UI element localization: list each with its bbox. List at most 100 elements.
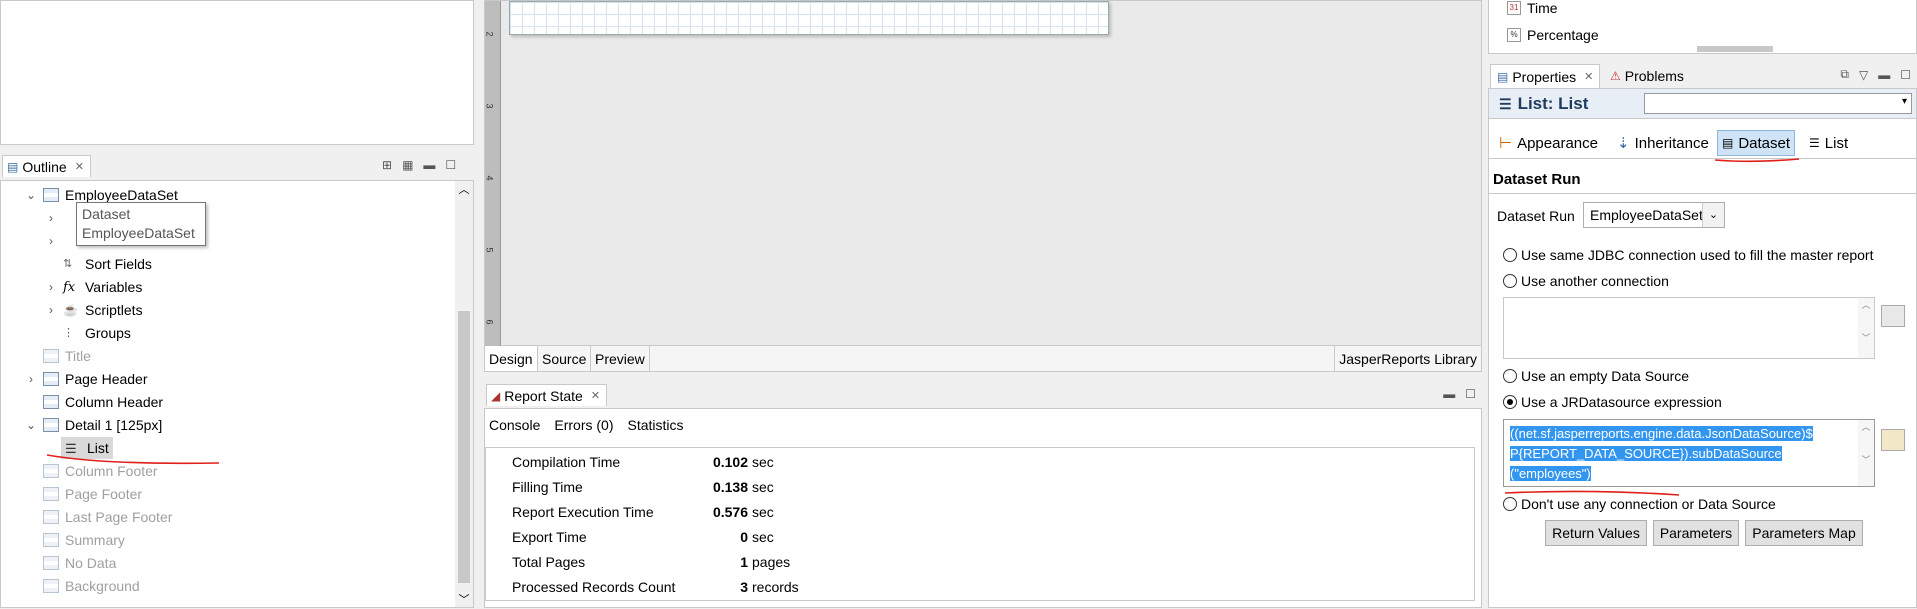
subtab-statistics[interactable]: Statistics <box>628 417 684 433</box>
expression-editor-button[interactable] <box>1881 305 1905 327</box>
tab-list[interactable]: ☰ List <box>1805 130 1852 156</box>
tree-item-page-header[interactable]: › Page Header <box>25 368 148 390</box>
element-combo[interactable]: ▾ <box>1644 93 1912 114</box>
scroll-down-icon[interactable]: ﹀ <box>455 591 473 607</box>
subtab-errors[interactable]: Errors (0) <box>554 417 613 433</box>
close-icon[interactable]: ✕ <box>75 160 84 173</box>
tree-view-icon[interactable]: ⊞ <box>382 158 392 172</box>
tree-item-label: Last Page Footer <box>65 509 173 525</box>
tree-item-summary[interactable]: Summary <box>43 529 125 551</box>
scroll-thumb[interactable] <box>458 311 470 583</box>
chevron-right-icon[interactable]: › <box>45 211 57 225</box>
textarea-scrollbar[interactable]: ︿ ﹀ <box>1858 298 1874 358</box>
report-state-subtabs: Console Errors (0) Statistics <box>489 417 684 433</box>
chevron-down-icon[interactable]: ⌄ <box>25 418 37 432</box>
tab-preview[interactable]: Preview <box>591 346 650 371</box>
tab-design[interactable]: Design <box>485 346 538 371</box>
close-icon[interactable]: ✕ <box>1584 70 1593 83</box>
textarea-scrollbar[interactable]: ︿ ﹀ <box>1858 420 1874 486</box>
parameters-button[interactable]: Parameters <box>1653 520 1739 546</box>
radio-button[interactable] <box>1503 369 1517 383</box>
filter-icon[interactable]: ▦ <box>402 158 413 172</box>
stat-value: 1 <box>740 554 748 570</box>
tab-label: Inheritance <box>1634 134 1709 152</box>
minimize-icon[interactable]: ▬ <box>423 158 435 172</box>
band-icon <box>43 510 59 524</box>
stat-row: Compilation Time 0.102 sec <box>512 450 774 474</box>
connection-expression-field[interactable]: ︿ ﹀ <box>1503 297 1875 359</box>
tree-item-variables[interactable]: › fx Variables <box>45 276 142 298</box>
radio-button[interactable] <box>1503 274 1517 288</box>
tree-item-background[interactable]: Background <box>43 575 140 597</box>
report-state-toolbar: ▬ ☐ <box>1443 387 1476 401</box>
outline-icon: ▤ <box>7 159 19 174</box>
outline-scrollbar[interactable]: ︿ ﹀ <box>455 181 473 607</box>
palette-item-label: Percentage <box>1527 27 1599 43</box>
radio-button[interactable] <box>1503 248 1517 262</box>
tab-dataset[interactable]: ▤ Dataset <box>1717 130 1796 156</box>
outline-tab-label: Outline <box>22 158 67 175</box>
chevron-right-icon[interactable]: › <box>45 280 57 294</box>
chevron-down-icon[interactable]: ⌄ <box>1702 203 1724 227</box>
dataset-icon <box>43 188 59 202</box>
tab-label: Appearance <box>1517 134 1598 152</box>
tab-problems[interactable]: ⚠ Problems <box>1604 64 1690 88</box>
minimize-icon[interactable]: ▬ <box>1878 68 1890 82</box>
tab-label: List <box>1824 134 1849 152</box>
tree-item-label: No Data <box>65 555 117 571</box>
annotation-underline <box>46 454 220 465</box>
radio-no-connection[interactable]: Don't use any connection or Data Source <box>1503 496 1776 512</box>
tree-item-detail[interactable]: ⌄ Detail 1 [125px] <box>25 414 162 436</box>
chevron-right-icon[interactable]: › <box>45 234 57 248</box>
radio-button[interactable] <box>1503 497 1517 511</box>
report-canvas[interactable] <box>509 1 1109 35</box>
radio-empty-ds[interactable]: Use an empty Data Source <box>1503 368 1689 384</box>
chevron-down-icon[interactable]: ⌄ <box>25 188 37 202</box>
tab-properties[interactable]: ▤ Properties ✕ <box>1490 64 1601 88</box>
tree-item-last-page-footer[interactable]: Last Page Footer <box>43 506 172 528</box>
maximize-icon[interactable]: ☐ <box>445 158 456 172</box>
tab-outline[interactable]: ▤ Outline ✕ <box>2 155 91 177</box>
return-values-button[interactable]: Return Values <box>1545 520 1647 546</box>
datasource-expression-field[interactable]: ((net.sf.jasperreports.engine.data.JsonD… <box>1503 419 1875 487</box>
radio-same-jdbc[interactable]: Use same JDBC connection used to fill th… <box>1503 247 1874 263</box>
tree-item-sort-fields[interactable]: ⇅ Sort Fields <box>63 253 152 275</box>
stat-unit: sec <box>752 504 774 520</box>
ruler-mark: 3 <box>484 103 495 109</box>
palette-item-time[interactable]: 31 Time <box>1507 0 1558 16</box>
tree-item-scriptlets[interactable]: › ☕ Scriptlets <box>45 299 143 321</box>
radio-another-connection[interactable]: Use another connection <box>1503 273 1669 289</box>
tab-inheritance[interactable]: ⇣ Inheritance <box>1613 130 1713 156</box>
chevron-right-icon[interactable]: › <box>25 372 37 386</box>
dataset-icon: ▤ <box>1722 136 1734 150</box>
radio-jr-expression[interactable]: Use a JRDatasource expression <box>1503 394 1722 410</box>
close-icon[interactable]: ✕ <box>591 389 600 402</box>
minimize-icon[interactable]: ▬ <box>1443 387 1455 401</box>
parameters-map-button[interactable]: Parameters Map <box>1745 520 1863 546</box>
tree-item-parameters[interactable]: › <box>45 207 57 229</box>
palette-item-percentage[interactable]: % Percentage <box>1507 27 1599 43</box>
vertical-ruler: 2 3 4 5 6 <box>485 1 501 347</box>
tree-item-groups[interactable]: ⋮ Groups <box>63 322 131 344</box>
tree-item-column-header[interactable]: Column Header <box>43 391 163 413</box>
tab-source[interactable]: Source <box>538 346 592 371</box>
radio-button[interactable] <box>1503 395 1517 409</box>
tree-item-page-footer[interactable]: Page Footer <box>43 483 142 505</box>
scroll-up-icon[interactable]: ︿ <box>455 181 473 197</box>
tree-item-fields[interactable]: › <box>45 230 57 252</box>
expression-editor-button[interactable] <box>1881 429 1905 451</box>
maximize-icon[interactable]: ☐ <box>1465 387 1476 401</box>
subtab-console[interactable]: Console <box>489 417 540 433</box>
tree-item-no-data[interactable]: No Data <box>43 552 116 574</box>
tab-appearance[interactable]: ⊢ Appearance <box>1495 130 1602 156</box>
maximize-icon[interactable]: ☐ <box>1900 68 1911 82</box>
chevron-right-icon[interactable]: › <box>45 303 57 317</box>
view-menu-icon[interactable]: ▽ <box>1859 68 1868 82</box>
tab-report-state[interactable]: ◢ Report State ✕ <box>486 384 608 406</box>
dataset-run-select[interactable]: EmployeeDataSet ⌄ <box>1583 202 1725 228</box>
palette-scroll-thumb[interactable] <box>1697 46 1773 52</box>
new-view-icon[interactable]: ⧉ <box>1840 67 1849 82</box>
dropdown-arrow-icon[interactable]: ▾ <box>1902 96 1907 107</box>
properties-title: ☰ List: List <box>1499 94 1588 114</box>
tree-item-title[interactable]: Title <box>43 345 91 367</box>
